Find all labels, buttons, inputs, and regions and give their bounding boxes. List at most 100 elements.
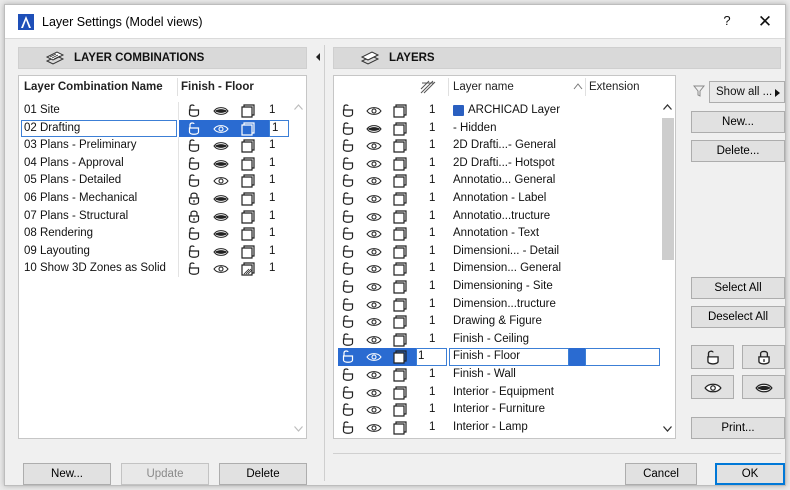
layer-row[interactable]: 1 2D Drafti...- General bbox=[334, 137, 660, 155]
open-eye-icon[interactable] bbox=[366, 156, 382, 172]
show-all-dropdown[interactable]: Show all ... bbox=[709, 81, 785, 103]
open-eye-icon[interactable] bbox=[366, 191, 382, 207]
model-display-solid-icon[interactable] bbox=[392, 138, 408, 154]
unlock-icon[interactable] bbox=[340, 209, 356, 225]
model-display-solid-icon[interactable] bbox=[392, 279, 408, 295]
open-eye-icon[interactable] bbox=[366, 402, 382, 418]
unlock-icon[interactable] bbox=[186, 121, 202, 137]
cancel-button[interactable]: Cancel bbox=[625, 463, 697, 485]
open-eye-icon[interactable] bbox=[366, 173, 382, 189]
unlock-icon[interactable] bbox=[340, 297, 356, 313]
unlock-icon[interactable] bbox=[340, 191, 356, 207]
model-display-solid-icon[interactable] bbox=[392, 191, 408, 207]
model-display-solid-icon[interactable] bbox=[392, 156, 408, 172]
unlock-icon[interactable] bbox=[186, 226, 202, 242]
unlock-icon[interactable] bbox=[340, 261, 356, 277]
column-separator[interactable] bbox=[448, 78, 449, 96]
help-button[interactable]: ? bbox=[717, 13, 737, 31]
model-display-solid-icon[interactable] bbox=[392, 314, 408, 330]
model-display-solid-icon[interactable] bbox=[240, 103, 256, 119]
unlock-icon[interactable] bbox=[340, 402, 356, 418]
open-eye-icon[interactable] bbox=[213, 261, 229, 277]
unlock-icon[interactable] bbox=[340, 332, 356, 348]
unlock-icon[interactable] bbox=[186, 261, 202, 277]
unlock-icon[interactable] bbox=[340, 314, 356, 330]
model-display-solid-icon[interactable] bbox=[240, 156, 256, 172]
combination-row[interactable]: 07 Plans - Structural 1 bbox=[19, 208, 289, 226]
unlock-icon[interactable] bbox=[340, 349, 356, 365]
update-combination-button[interactable]: Update bbox=[121, 463, 209, 485]
model-display-solid-icon[interactable] bbox=[392, 121, 408, 137]
column-separator[interactable] bbox=[585, 78, 586, 96]
combination-row[interactable]: 04 Plans - Approval 1 bbox=[19, 155, 289, 173]
unlock-icon[interactable] bbox=[186, 156, 202, 172]
model-display-solid-icon[interactable] bbox=[392, 244, 408, 260]
close-button[interactable]: ✕ bbox=[753, 10, 777, 34]
model-display-solid-icon[interactable] bbox=[240, 173, 256, 189]
open-eye-icon[interactable] bbox=[366, 103, 382, 119]
layer-row[interactable]: 1 Annotatio...tructure bbox=[334, 208, 660, 226]
combination-row[interactable]: 05 Plans - Detailed 1 bbox=[19, 172, 289, 190]
layer-row[interactable]: 1 Interior - Equipment bbox=[334, 384, 660, 402]
closed-eye-icon[interactable] bbox=[213, 191, 229, 207]
model-display-solid-icon[interactable] bbox=[392, 297, 408, 313]
closed-eye-icon[interactable] bbox=[213, 209, 229, 225]
layer-row[interactable]: 1 ARCHICAD Layer bbox=[334, 102, 660, 120]
open-eye-icon[interactable] bbox=[366, 314, 382, 330]
layer-row[interactable]: 1 Annotation - Text bbox=[334, 225, 660, 243]
layers-scrollbar[interactable] bbox=[660, 98, 675, 438]
column-header-extension[interactable]: Extension bbox=[589, 81, 640, 93]
unlock-button[interactable] bbox=[691, 345, 734, 369]
column-header-combination-name[interactable]: Layer Combination Name bbox=[24, 81, 163, 93]
extension-field[interactable] bbox=[585, 348, 660, 366]
model-display-solid-icon[interactable] bbox=[392, 173, 408, 189]
layer-row[interactable]: 1 Dimension...tructure bbox=[334, 296, 660, 314]
model-display-solid-icon[interactable] bbox=[392, 402, 408, 418]
unlock-icon[interactable] bbox=[340, 173, 356, 189]
unlock-icon[interactable] bbox=[340, 385, 356, 401]
layer-row[interactable]: 1 2D Drafti...- Hotspot bbox=[334, 155, 660, 173]
layer-row[interactable]: 1 Dimensioni... - Detail bbox=[334, 243, 660, 261]
layer-row[interactable]: 1 Finish - Ceiling bbox=[334, 331, 660, 349]
model-display-solid-icon[interactable] bbox=[392, 385, 408, 401]
closed-eye-icon[interactable] bbox=[213, 138, 229, 154]
model-display-solid-icon[interactable] bbox=[392, 367, 408, 383]
open-eye-icon[interactable] bbox=[366, 349, 382, 365]
open-eye-icon[interactable] bbox=[366, 420, 382, 436]
model-display-solid-icon[interactable] bbox=[240, 191, 256, 207]
open-eye-icon[interactable] bbox=[366, 385, 382, 401]
print-button[interactable]: Print... bbox=[691, 417, 785, 439]
unlock-icon[interactable] bbox=[340, 244, 356, 260]
layer-row[interactable]: 1 Finish - Floor bbox=[334, 348, 660, 366]
closed-eye-icon[interactable] bbox=[213, 156, 229, 172]
lock-icon[interactable] bbox=[186, 209, 202, 225]
layer-row[interactable]: 1 Dimension... General bbox=[334, 260, 660, 278]
combination-row[interactable]: 02 Drafting 1 bbox=[19, 119, 289, 138]
model-display-solid-icon[interactable] bbox=[240, 121, 256, 137]
combination-row[interactable]: 10 Show 3D Zones as Solid 1 bbox=[19, 260, 289, 278]
open-eye-icon[interactable] bbox=[366, 297, 382, 313]
layer-row[interactable]: 1 Annotation - Label bbox=[334, 190, 660, 208]
open-eye-icon[interactable] bbox=[366, 279, 382, 295]
panel-divider[interactable] bbox=[324, 45, 325, 481]
open-eye-icon[interactable] bbox=[366, 261, 382, 277]
layer-row[interactable]: 1 Interior - Lamp bbox=[334, 419, 660, 437]
collapse-arrow-icon[interactable] bbox=[314, 51, 322, 63]
unlock-icon[interactable] bbox=[340, 420, 356, 436]
unlock-icon[interactable] bbox=[340, 121, 356, 137]
model-display-solid-icon[interactable] bbox=[392, 332, 408, 348]
combination-row[interactable]: 09 Layouting 1 bbox=[19, 243, 289, 261]
open-eye-icon[interactable] bbox=[366, 367, 382, 383]
deselect-all-button[interactable]: Deselect All bbox=[691, 306, 785, 328]
scroll-down-icon[interactable] bbox=[663, 426, 672, 432]
ok-button[interactable]: OK bbox=[715, 463, 785, 485]
new-combination-button[interactable]: New... bbox=[23, 463, 111, 485]
layer-row[interactable]: 1 Dimensioning - Site bbox=[334, 278, 660, 296]
closed-eye-icon[interactable] bbox=[213, 226, 229, 242]
show-layers-button[interactable] bbox=[691, 375, 734, 399]
unlock-icon[interactable] bbox=[340, 226, 356, 242]
unlock-icon[interactable] bbox=[186, 138, 202, 154]
layers-list[interactable]: Layer name Extension 1 ARCHICAD Layer 1 - H… bbox=[333, 75, 676, 439]
column-header-layer-name[interactable]: Layer name bbox=[453, 81, 514, 93]
unlock-icon[interactable] bbox=[340, 138, 356, 154]
